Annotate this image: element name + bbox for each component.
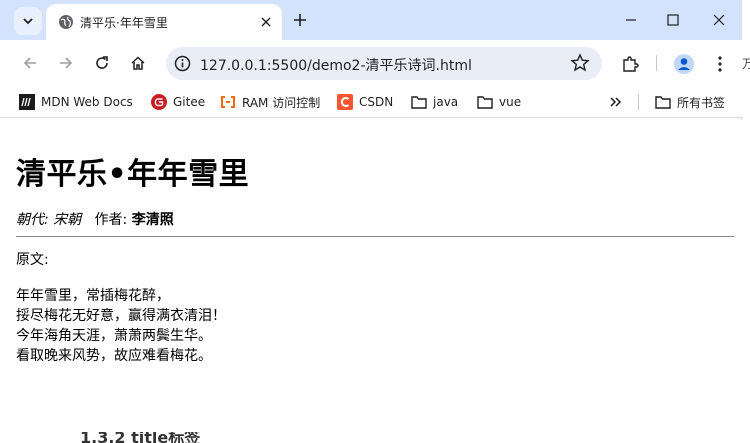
home-icon: [131, 56, 145, 70]
browser-window: 清平乐·年年雪里 127.0.0.1:5500/demo2-清平乐诗词.html…: [0, 0, 742, 430]
author-label: 作者:: [94, 212, 128, 228]
minimize-icon: [626, 19, 636, 21]
plus-icon: [294, 14, 306, 26]
poem-line: 看取晚来风势，故应难看梅花。: [16, 348, 212, 364]
bookmark-gitee[interactable]: Gitee: [151, 93, 205, 111]
bookmark-csdn[interactable]: CSDN: [337, 93, 393, 111]
poem-line: 今年海角天涯，萧萧两鬓生华。: [16, 328, 212, 344]
bookmarks-bar: MDN Web Docs Gitee RAM 访问控制 CSDN java vu…: [0, 86, 742, 118]
poem-meta: 朝代: 宋朝 作者: 李清照: [16, 209, 174, 229]
profile-button[interactable]: [673, 53, 695, 75]
bookmark-folder-java[interactable]: java: [411, 93, 458, 111]
horizontal-rule: [16, 236, 734, 237]
page-content: 清平乐•年年雪里 朝代: 宋朝 作者: 李清照 原文: 年年雪里，常插梅花醉， …: [0, 119, 742, 430]
tab-title: 清平乐·年年雪里: [80, 16, 168, 30]
extensions-button[interactable]: [619, 53, 641, 75]
address-bar[interactable]: 127.0.0.1:5500/demo2-清平乐诗词.html: [166, 47, 602, 80]
original-label: 原文:: [16, 252, 49, 268]
csdn-icon: [337, 94, 353, 110]
bookmark-label: CSDN: [359, 95, 394, 109]
close-window-button[interactable]: [699, 6, 739, 34]
background-heading-text: 1.3.2 title标签: [80, 432, 201, 443]
arrow-left-icon: [23, 57, 36, 69]
mdn-icon: [19, 94, 35, 110]
all-bookmarks-button[interactable]: 所有书签: [655, 93, 725, 111]
home-button[interactable]: [127, 52, 149, 74]
poem-line: 挼尽梅花无好意，赢得满衣清泪！: [16, 308, 226, 324]
reload-icon: [96, 56, 108, 69]
tab-active[interactable]: 清平乐·年年雪里: [46, 4, 282, 40]
background-window-text: 万: [742, 57, 750, 71]
close-tab-button[interactable]: [256, 12, 276, 32]
tab-search-button[interactable]: [14, 7, 42, 35]
folder-icon: [411, 94, 427, 110]
all-bookmarks-label: 所有书签: [677, 95, 726, 110]
menu-button[interactable]: [709, 53, 731, 75]
back-button[interactable]: [19, 52, 41, 74]
bookmark-label: MDN Web Docs: [41, 95, 133, 109]
avatar-icon: [674, 54, 694, 74]
toolbar-separator: [656, 55, 657, 71]
bookmark-label: RAM 访问控制: [242, 95, 321, 110]
minimize-button[interactable]: [611, 6, 651, 34]
more-vert-icon: [718, 56, 722, 72]
bookmark-folder-vue[interactable]: vue: [477, 93, 521, 111]
forward-button[interactable]: [55, 52, 77, 74]
chevron-down-icon: [23, 18, 33, 25]
bookmarks-overflow-button[interactable]: [609, 93, 623, 111]
bookmark-label: vue: [499, 95, 522, 109]
bookmark-mdn[interactable]: MDN Web Docs: [19, 93, 133, 111]
poem-title: 清平乐•年年雪里: [16, 157, 250, 192]
maximize-icon: [667, 14, 679, 26]
bookmark-star-icon[interactable]: [570, 53, 590, 73]
toolbar: 127.0.0.1:5500/demo2-清平乐诗词.html: [0, 40, 742, 86]
site-info-icon[interactable]: [174, 55, 191, 72]
background-document-heading: 1.3.2 title标签: [80, 432, 240, 443]
bookmark-label: Gitee: [173, 95, 206, 109]
poem-body: 年年雪里，常插梅花醉， 挼尽梅花无好意，赢得满衣清泪！ 今年海角天涯，萧萧两鬓生…: [16, 286, 226, 366]
maximize-button[interactable]: [653, 6, 693, 34]
bookmark-ram[interactable]: RAM 访问控制: [220, 93, 320, 111]
poem-line: 年年雪里，常插梅花醉，: [16, 288, 170, 304]
reload-button[interactable]: [91, 52, 113, 74]
aliyun-icon: [220, 94, 236, 110]
arrow-right-icon: [60, 57, 73, 69]
close-icon: [261, 17, 271, 27]
bookmarks-separator: [638, 94, 639, 110]
close-icon: [713, 14, 725, 26]
dynasty: 朝代: 宋朝: [16, 212, 82, 228]
folder-icon: [655, 94, 671, 110]
double-chevron-right-icon: [610, 97, 622, 107]
url-text: 127.0.0.1:5500/demo2-清平乐诗词.html: [200, 58, 472, 74]
gitee-icon: [151, 94, 167, 110]
title-bar: 清平乐·年年雪里: [0, 0, 742, 40]
bookmark-label: java: [433, 95, 459, 109]
folder-icon: [477, 94, 493, 110]
puzzle-icon: [623, 56, 639, 72]
author-name: 李清照: [131, 212, 174, 228]
globe-icon: [59, 15, 73, 29]
new-tab-button[interactable]: [289, 9, 311, 31]
